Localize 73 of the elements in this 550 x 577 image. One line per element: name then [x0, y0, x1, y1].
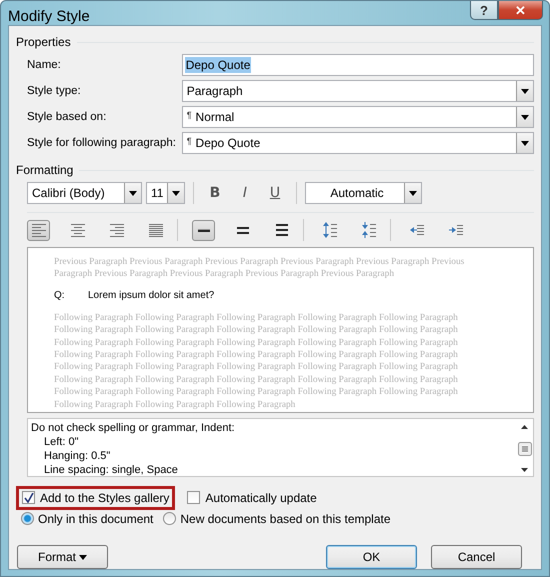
justify-icon [148, 222, 162, 238]
caret-icon [521, 88, 529, 94]
dropdown-arrow-button[interactable] [516, 81, 533, 101]
increase-indent-icon [448, 222, 462, 238]
font-dropdown[interactable]: Calibri (Body) [27, 182, 142, 204]
group-title: Formatting [16, 163, 74, 177]
field-label: Name: [27, 59, 62, 71]
cancel-button[interactable]: Cancel [431, 545, 522, 569]
field-label: Style based on: [27, 111, 108, 123]
check-icon [24, 492, 34, 502]
preview-text: Following Paragraph Following Paragraph Following Paragraph [54, 398, 296, 412]
dropdown-arrow-button[interactable] [167, 183, 184, 203]
dropdown-arrow-button[interactable] [124, 183, 141, 203]
decrease-indent-icon [410, 222, 424, 238]
preview-text: Following Paragraph Following Paragraph Following Paragraph Following Paragraph Following Paragraph [54, 386, 459, 399]
field-label: Style for following paragraph: [27, 137, 177, 149]
caret-icon [79, 554, 87, 560]
caret-icon [521, 140, 529, 146]
italic-button[interactable]: I [232, 182, 258, 204]
sample-label: Q: [54, 290, 66, 301]
description-text: Do not check spelling or grammar, Indent: [31, 421, 236, 435]
caret-icon [172, 190, 180, 196]
style-dropdown[interactable]: ¶ Depo Quote [182, 132, 534, 154]
checkbox[interactable]: Add to the Styles gallery [16, 486, 176, 510]
color-dropdown[interactable]: Automatic [305, 182, 422, 204]
preview-text: Following Paragraph Following Paragraph Following Paragraph Following Paragraph Following Paragraph [54, 324, 459, 337]
align-left-icon [32, 222, 46, 238]
double-spacing-icon [276, 224, 288, 236]
format-menu-button[interactable]: Format [17, 545, 108, 569]
caret-icon [409, 190, 417, 196]
dropdown-arrow-button[interactable] [404, 183, 421, 203]
size-dropdown[interactable]: 11 [146, 182, 185, 204]
single-spacing-icon [198, 228, 210, 232]
sample-text: Lorem ipsum dolor sit amet? [88, 290, 214, 301]
description-text: Left: 0" [43, 435, 80, 449]
preview-text: Previous Paragraph Previous Paragraph Previous Paragraph Previous Paragraph Previous Paragraph Previous [54, 256, 466, 268]
scroll-thumb[interactable] [518, 442, 532, 456]
paragraph-mark: ¶ [186, 110, 192, 120]
one-half-spacing-icon [236, 226, 248, 234]
help-button[interactable]: ? [470, 1, 498, 20]
dropdown-arrow-button[interactable] [516, 133, 533, 153]
preview-text: Following Paragraph Following Paragraph Following Paragraph Following Paragraph Following Paragraph [54, 361, 459, 374]
preview-text: Following Paragraph Following Paragraph Following Paragraph Following Paragraph Following Paragraph [54, 336, 459, 350]
preview-text: Following Paragraph Following Paragraph Following Paragraph Following Paragraph Following Paragraph [54, 349, 459, 362]
scroll-up-icon[interactable] [521, 425, 528, 429]
caret-icon [129, 190, 137, 196]
increase-spacing-icon [322, 222, 336, 238]
ok-button[interactable]: OK [326, 545, 417, 569]
style-dropdown[interactable]: Paragraph [182, 80, 534, 102]
group-title: Properties [16, 35, 71, 49]
radio-button[interactable]: Only in this document [21, 512, 154, 526]
paragraph-mark: ¶ [186, 136, 192, 146]
radio-button[interactable]: New documents based on this template [163, 512, 391, 526]
field-label: Style type: [27, 85, 82, 97]
checkbox[interactable]: Automatically update [181, 486, 323, 510]
window-title: Modify Style [8, 8, 90, 25]
preview-text: Following Paragraph Following Paragraph Following Paragraph Following Paragraph Following Paragraph [54, 312, 459, 324]
dropdown-arrow-button[interactable] [516, 107, 533, 127]
description-text: Hanging: 0.5" [43, 449, 112, 463]
preview-text: Following Paragraph Following Paragraph Following Paragraph Following Paragraph Following Paragraph [54, 374, 459, 386]
align-center-icon [70, 222, 84, 238]
close-button[interactable]: ✕ [498, 1, 543, 20]
preview-text: Paragraph Previous Paragraph Previous Paragraph Previous Paragraph Previous Paragraph [54, 268, 396, 281]
style-dropdown[interactable]: ¶ Normal [182, 106, 534, 128]
decrease-spacing-icon [362, 222, 376, 238]
underline-button[interactable]: U [262, 182, 288, 204]
scroll-down-icon[interactable] [521, 468, 528, 472]
align-right-icon [110, 222, 124, 238]
name-field[interactable]: Depo Quote [182, 54, 534, 76]
caret-icon [521, 114, 529, 120]
description-text: Line spacing: single, Space [43, 463, 179, 477]
bold-button[interactable]: B [202, 182, 228, 204]
toolbar-button[interactable] [192, 220, 215, 240]
